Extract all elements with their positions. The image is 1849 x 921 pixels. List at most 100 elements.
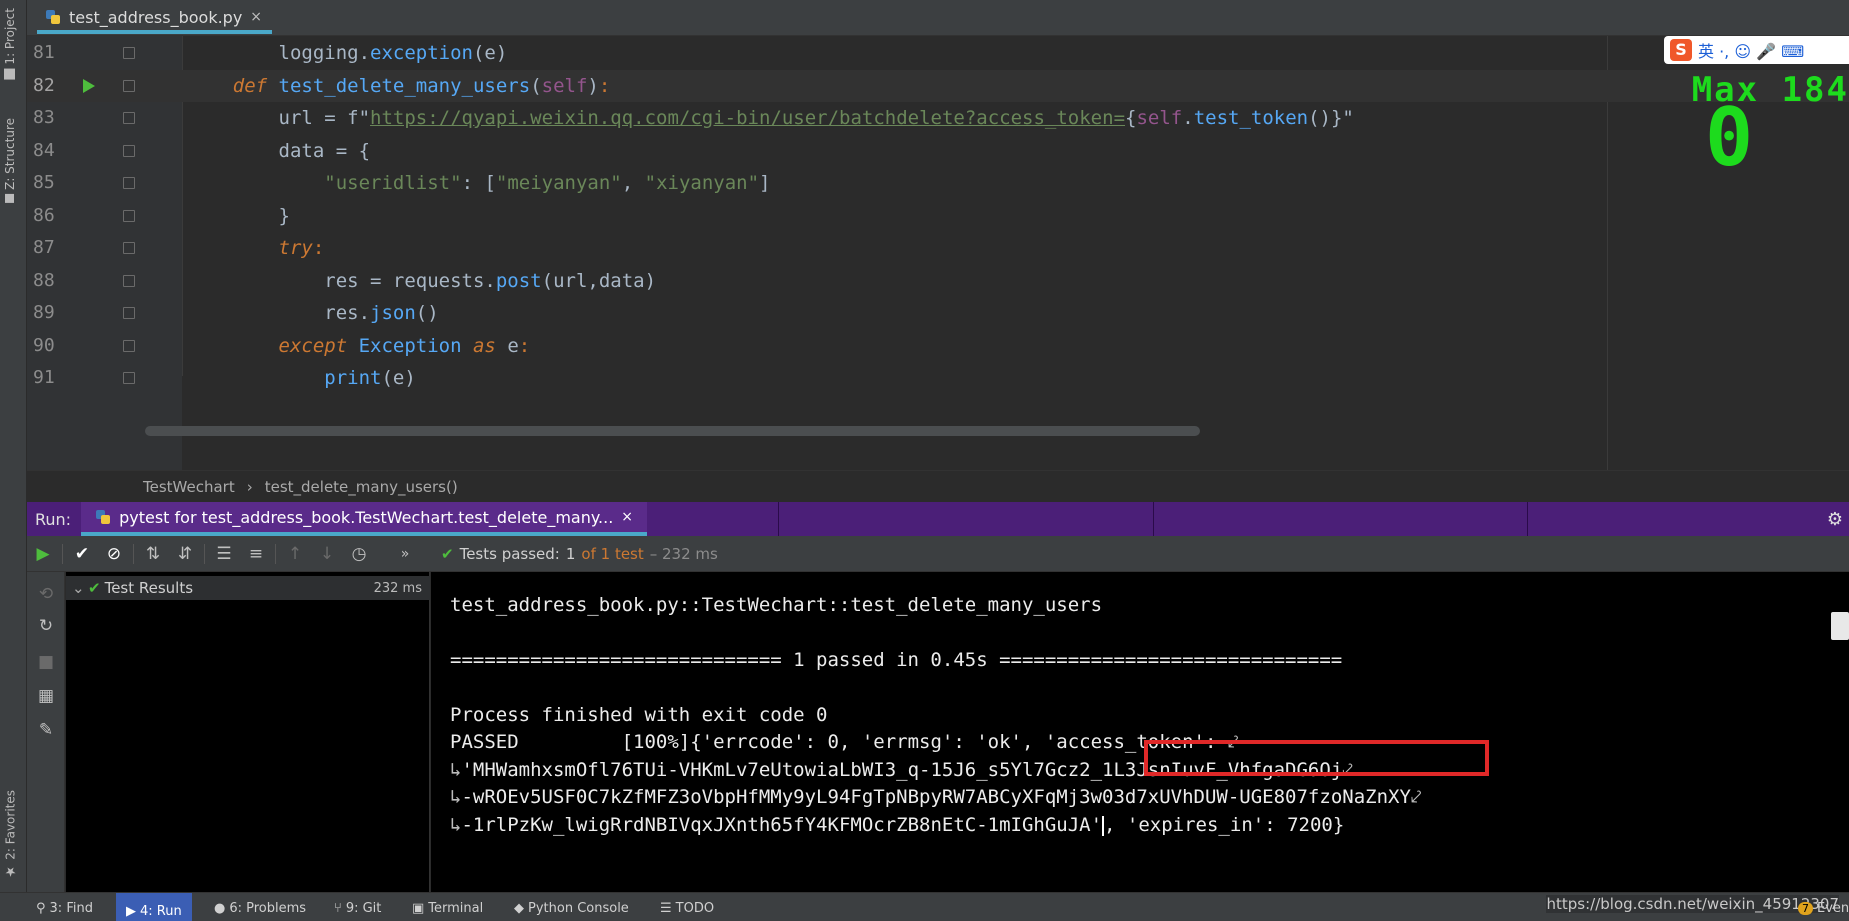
show-passed-icon[interactable]: ✔ [66,544,98,564]
toggle-auto-test-icon[interactable]: ↻ [27,616,65,636]
more-icon[interactable]: » [389,546,421,562]
structure-icon [5,193,15,203]
fold-marker-icon[interactable] [123,209,135,222]
tree-row-test-results[interactable]: ⌄ ✔ Test Results 232 ms [66,576,430,600]
code-token: e [507,334,519,357]
code-line[interactable]: 81 logging.exception(e) [27,37,1849,70]
run-side-toolbar: ⟲ ↻ ■ ▦ ✎ [27,572,65,892]
editor-file-tab[interactable]: test_address_book.py × [37,4,273,34]
fold-marker-icon[interactable] [123,372,135,384]
console-output[interactable]: test_address_book.py::TestWechart::test_… [431,572,1849,892]
expand-all-icon[interactable]: ☰ [208,544,240,564]
run-tool-button[interactable]: ▶ 4: Run [116,893,192,921]
divider [275,543,276,564]
code-line[interactable]: 90 except Exception as e: [27,330,1849,363]
breadcrumb-class[interactable]: TestWechart [143,478,235,496]
run-config-tab[interactable]: pytest for test_address_book.TestWechart… [81,502,648,536]
code-line[interactable]: 82 def test_delete_many_users(self): [27,69,1849,102]
breadcrumb: TestWechart › test_delete_many_users() [27,470,1849,502]
ime-status: 英 ·, ☺ 🎤 ⌨ [1698,42,1805,61]
fold-marker-icon[interactable] [123,144,135,157]
event-log-button[interactable]: 7 Even [1798,901,1849,916]
code-line[interactable]: 86 } [27,200,1849,233]
find-tool-button[interactable]: ⚲ 3: Find [36,901,93,916]
stop-icon[interactable]: ■ [27,652,65,672]
code-line[interactable]: 84 data = { [27,135,1849,168]
code-line[interactable]: 89 res.json() [27,297,1849,330]
fold-marker-icon[interactable] [123,274,135,287]
fold-marker-icon[interactable] [123,47,135,59]
previous-failed-icon[interactable]: ↑ [279,544,311,564]
code-line[interactable]: 83 url = f"https://qyapi.weixin.qq.com/c… [27,102,1849,135]
show-ignored-icon[interactable]: ⊘ [98,544,130,564]
chevron-down-icon[interactable]: ⌄ [72,579,88,597]
breadcrumb-method[interactable]: test_delete_many_users() [265,478,458,496]
code-line[interactable]: 85 "useridlist": ["meiyanyan", "xiyanyan… [27,167,1849,200]
fold-marker-icon[interactable] [123,339,135,352]
code-text: } [187,200,290,233]
console-passed-line: PASSED [100%]{'errcode': 0, 'errmsg': 'o… [450,731,1239,753]
history-clock-icon[interactable]: ◷ [343,544,375,564]
divider [1527,502,1528,536]
run-label: Run: [35,509,72,529]
code-line[interactable]: 88 res = requests.post(url,data) [27,265,1849,298]
code-text: except Exception as e: [187,330,531,363]
sort-alpha-icon[interactable]: ⇅ [137,544,169,564]
collapse-all-icon[interactable]: ≡ [240,544,272,564]
fold-marker-icon[interactable] [123,242,135,254]
breadcrumb-separator: › [246,477,253,496]
python-console-tool-button[interactable]: ◆ Python Console [514,901,629,916]
left-tool-stripe: 1: Project Z: Structure ★ 2: Favorites [0,0,27,921]
line-number: 89 [33,302,55,323]
git-tool-button[interactable]: ⑂ 9: Git [334,901,381,916]
code-token: ) [587,74,599,97]
code-token: (e) [472,42,508,64]
fold-marker-icon[interactable] [123,177,135,189]
close-icon[interactable]: × [250,9,262,25]
ime-toolbar[interactable]: S 英 ·, ☺ 🎤 ⌨ [1664,36,1849,64]
pin-icon[interactable]: ✎ [27,720,65,740]
code-token: as [461,334,508,357]
code-line[interactable]: 91 print(e) [27,362,1849,395]
console-line: test_address_book.py::TestWechart::test_… [450,594,1103,616]
console-line: ↳-1rlPzKw_lwigRrdNBIVqxJXnth65fY4KFMOcrZ… [450,814,1345,836]
editor-tab-bar: test_address_book.py × [27,0,1849,36]
fold-marker-icon[interactable] [123,307,135,319]
todo-tool-button[interactable]: ☰ TODO [660,901,714,916]
code-token: print [324,367,382,389]
favorites-tool-tab[interactable]: ★ 2: Favorites [3,790,18,879]
rerun-icon[interactable]: ▶ [27,544,59,564]
soft-wrap-in-icon: ↳ [450,786,462,808]
project-tool-tab[interactable]: 1: Project [3,8,17,80]
bottom-tool-bar: ⚲ 3: Find ▶ 4: Run ● 6: Problems ⑂ 9: Git ▣ T… [0,892,1849,921]
divider [133,543,134,564]
list-icon: ☰ [660,901,672,916]
run-test-gutter-icon[interactable] [83,78,95,93]
structure-tool-tab[interactable]: Z: Structure [3,118,17,203]
code-line[interactable]: 87 try: [27,232,1849,265]
pytest-icon [95,509,111,525]
search-icon: ⚲ [36,901,46,916]
next-failed-icon[interactable]: ↓ [311,544,343,564]
console-scroll-marker[interactable] [1831,612,1849,640]
code-text: res = requests.post(url,data) [187,265,656,298]
line-number: 83 [33,107,55,128]
sort-duration-icon[interactable]: ⇵ [169,544,201,564]
code-token: data = { [187,139,371,162]
close-icon[interactable]: × [621,509,633,525]
horizontal-scrollbar[interactable] [145,426,1200,436]
sogou-logo-icon: S [1670,39,1692,61]
problems-tool-button[interactable]: ● 6: Problems [214,901,306,916]
code-token: res. [187,302,371,324]
python-file-icon [45,9,61,25]
terminal-tool-button[interactable]: ▣ Terminal [412,901,483,916]
line-number: 84 [33,139,55,161]
gear-icon[interactable]: ⚙ [1827,509,1843,530]
rerun-failed-icon[interactable]: ⟲ [27,584,65,604]
code-editor[interactable]: 81 logging.exception(e) 82 def test_delet… [27,36,1849,470]
fold-marker-icon[interactable] [123,79,135,92]
fold-marker-icon[interactable] [123,112,135,124]
layout-icon[interactable]: ▦ [27,686,65,706]
